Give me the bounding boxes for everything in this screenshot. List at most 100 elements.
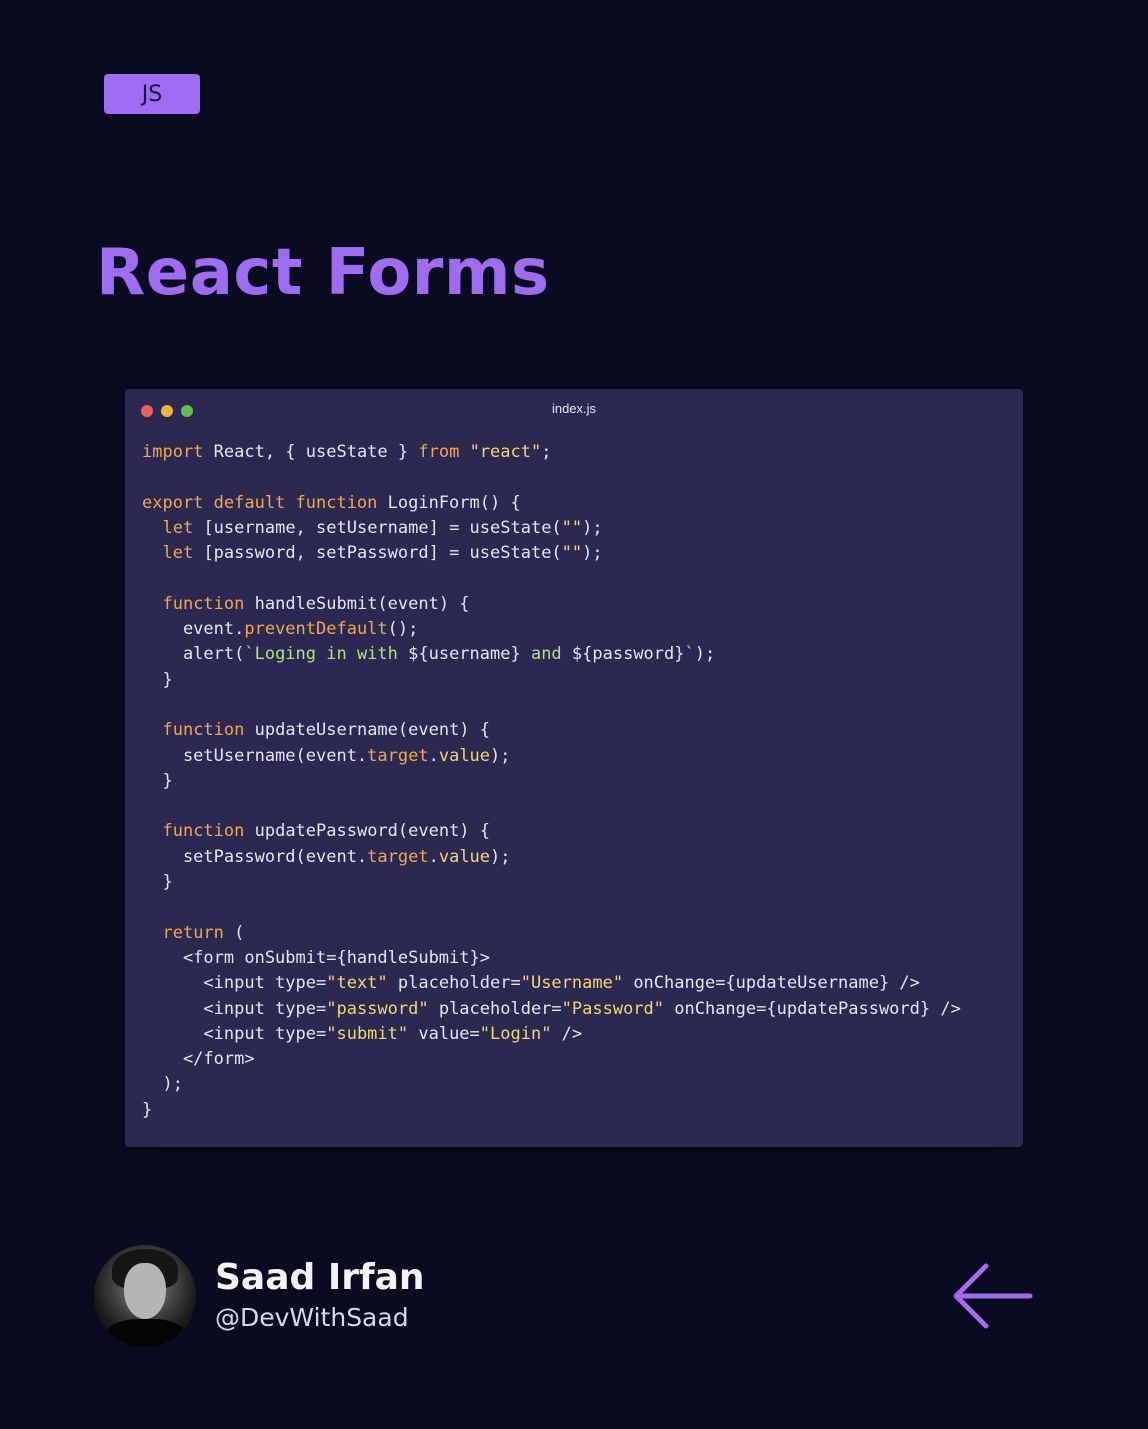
code-token: let	[162, 543, 194, 564]
code-token: LoginForm() {	[377, 492, 521, 513]
code-token: "password"	[326, 998, 429, 1019]
editor-filename: index.js	[551, 401, 597, 416]
code-token: and	[520, 644, 572, 665]
code-token: "text"	[326, 973, 388, 994]
author-name: Saad Irfan	[215, 1257, 425, 1298]
code-token: (	[223, 922, 245, 943]
code-line: </form>	[142, 1047, 961, 1072]
code-line: function updateUsername(event) {	[142, 718, 961, 743]
code-token: `Loging in with	[244, 644, 409, 665]
code-token: placeholder=	[387, 973, 521, 994]
code-token: function	[162, 720, 245, 741]
code-token: function	[162, 593, 245, 614]
code-token: "submit"	[326, 1023, 409, 1044]
code-block: import React, { useState } from "react";…	[142, 440, 961, 1123]
code-token: ""	[561, 517, 583, 538]
code-token: );	[142, 1074, 183, 1095]
code-token: onChange={updateUsername} />	[623, 973, 920, 994]
code-token: function	[162, 821, 245, 842]
code-token: "Password"	[561, 998, 665, 1019]
code-token: );	[582, 543, 603, 564]
code-token: setPassword(event.	[142, 846, 368, 867]
code-token: "react"	[469, 442, 542, 462]
code-token: import	[142, 442, 204, 462]
code-token: <input type=	[142, 973, 327, 994]
code-token: [username, setUsername] = useState(	[193, 517, 562, 538]
code-token: );	[490, 846, 511, 867]
code-token: `	[684, 644, 695, 665]
code-line: let [username, setUsername] = useState("…	[142, 516, 961, 541]
language-tag: JS	[104, 74, 200, 114]
code-token: return	[162, 922, 224, 943]
code-line: let [password, setPassword] = useState("…	[142, 541, 961, 566]
code-token: );	[694, 644, 716, 665]
code-line: }	[142, 1098, 961, 1123]
code-token: }	[142, 1099, 153, 1120]
code-line: alert(`Loging in with ${username} and ${…	[142, 642, 961, 667]
code-token: ();	[387, 619, 419, 640]
code-token: target	[367, 745, 429, 766]
code-line: }	[142, 870, 961, 895]
code-line: event.preventDefault();	[142, 617, 961, 642]
code-token: "Login"	[479, 1023, 552, 1044]
author-handle: @DevWithSaad	[215, 1303, 409, 1332]
code-token: let	[162, 517, 194, 538]
code-line: <form onSubmit={handleSubmit}>	[142, 946, 961, 971]
code-token: </form>	[142, 1049, 255, 1070]
code-token: />	[551, 1023, 583, 1044]
code-token: ${username}	[408, 644, 521, 665]
code-token: event.	[142, 619, 245, 640]
code-token: );	[490, 745, 511, 766]
code-token: .	[428, 745, 439, 766]
code-token: value	[438, 745, 491, 766]
code-token: ;	[541, 442, 552, 462]
code-line: function handleSubmit(event) {	[142, 592, 961, 617]
code-token: }	[142, 770, 173, 791]
code-token: value	[438, 846, 491, 867]
code-line: setUsername(event.target.value);	[142, 744, 961, 769]
code-token: }	[142, 872, 173, 893]
code-line: }	[142, 668, 961, 693]
code-token: from	[418, 442, 460, 462]
code-line: import React, { useState } from "react";	[142, 440, 961, 465]
avatar	[94, 1245, 196, 1347]
code-token: updateUsername(event) {	[244, 720, 491, 741]
code-line: <input type="password" placeholder="Pass…	[142, 997, 960, 1022]
code-line: <input type="submit" value="Login" />	[142, 1022, 961, 1047]
code-token: setUsername(event.	[142, 745, 368, 766]
code-line: <input type="text" placeholder="Username…	[142, 971, 961, 996]
code-token: handleSubmit(event) {	[244, 593, 470, 614]
code-token: .	[428, 846, 439, 867]
code-editor-window: index.js import React, { useState } from…	[125, 389, 1023, 1147]
code-line: function updatePassword(event) {	[142, 819, 961, 844]
page-title: React Forms	[96, 236, 550, 310]
code-token: alert(	[142, 644, 245, 665]
code-token: ""	[561, 543, 583, 564]
code-token: [password, setPassword] = useState(	[193, 543, 562, 564]
code-token: React, { useState }	[203, 442, 419, 462]
arrow-left-icon[interactable]	[950, 1262, 1034, 1330]
code-token: preventDefault	[244, 619, 388, 640]
code-token: <input type=	[142, 998, 327, 1019]
code-line: );	[142, 1072, 961, 1097]
code-line: export default function LoginForm() {	[142, 491, 961, 516]
code-token: <input type=	[142, 1023, 327, 1044]
code-token: value=	[408, 1023, 480, 1044]
code-line: setPassword(event.target.value);	[142, 845, 961, 870]
code-token: "Username"	[520, 973, 624, 994]
code-token: placeholder=	[428, 998, 562, 1019]
code-line: }	[142, 769, 961, 794]
code-token: export default function	[142, 492, 378, 513]
code-token: );	[582, 517, 603, 538]
code-token: updatePassword(event) {	[244, 821, 491, 842]
